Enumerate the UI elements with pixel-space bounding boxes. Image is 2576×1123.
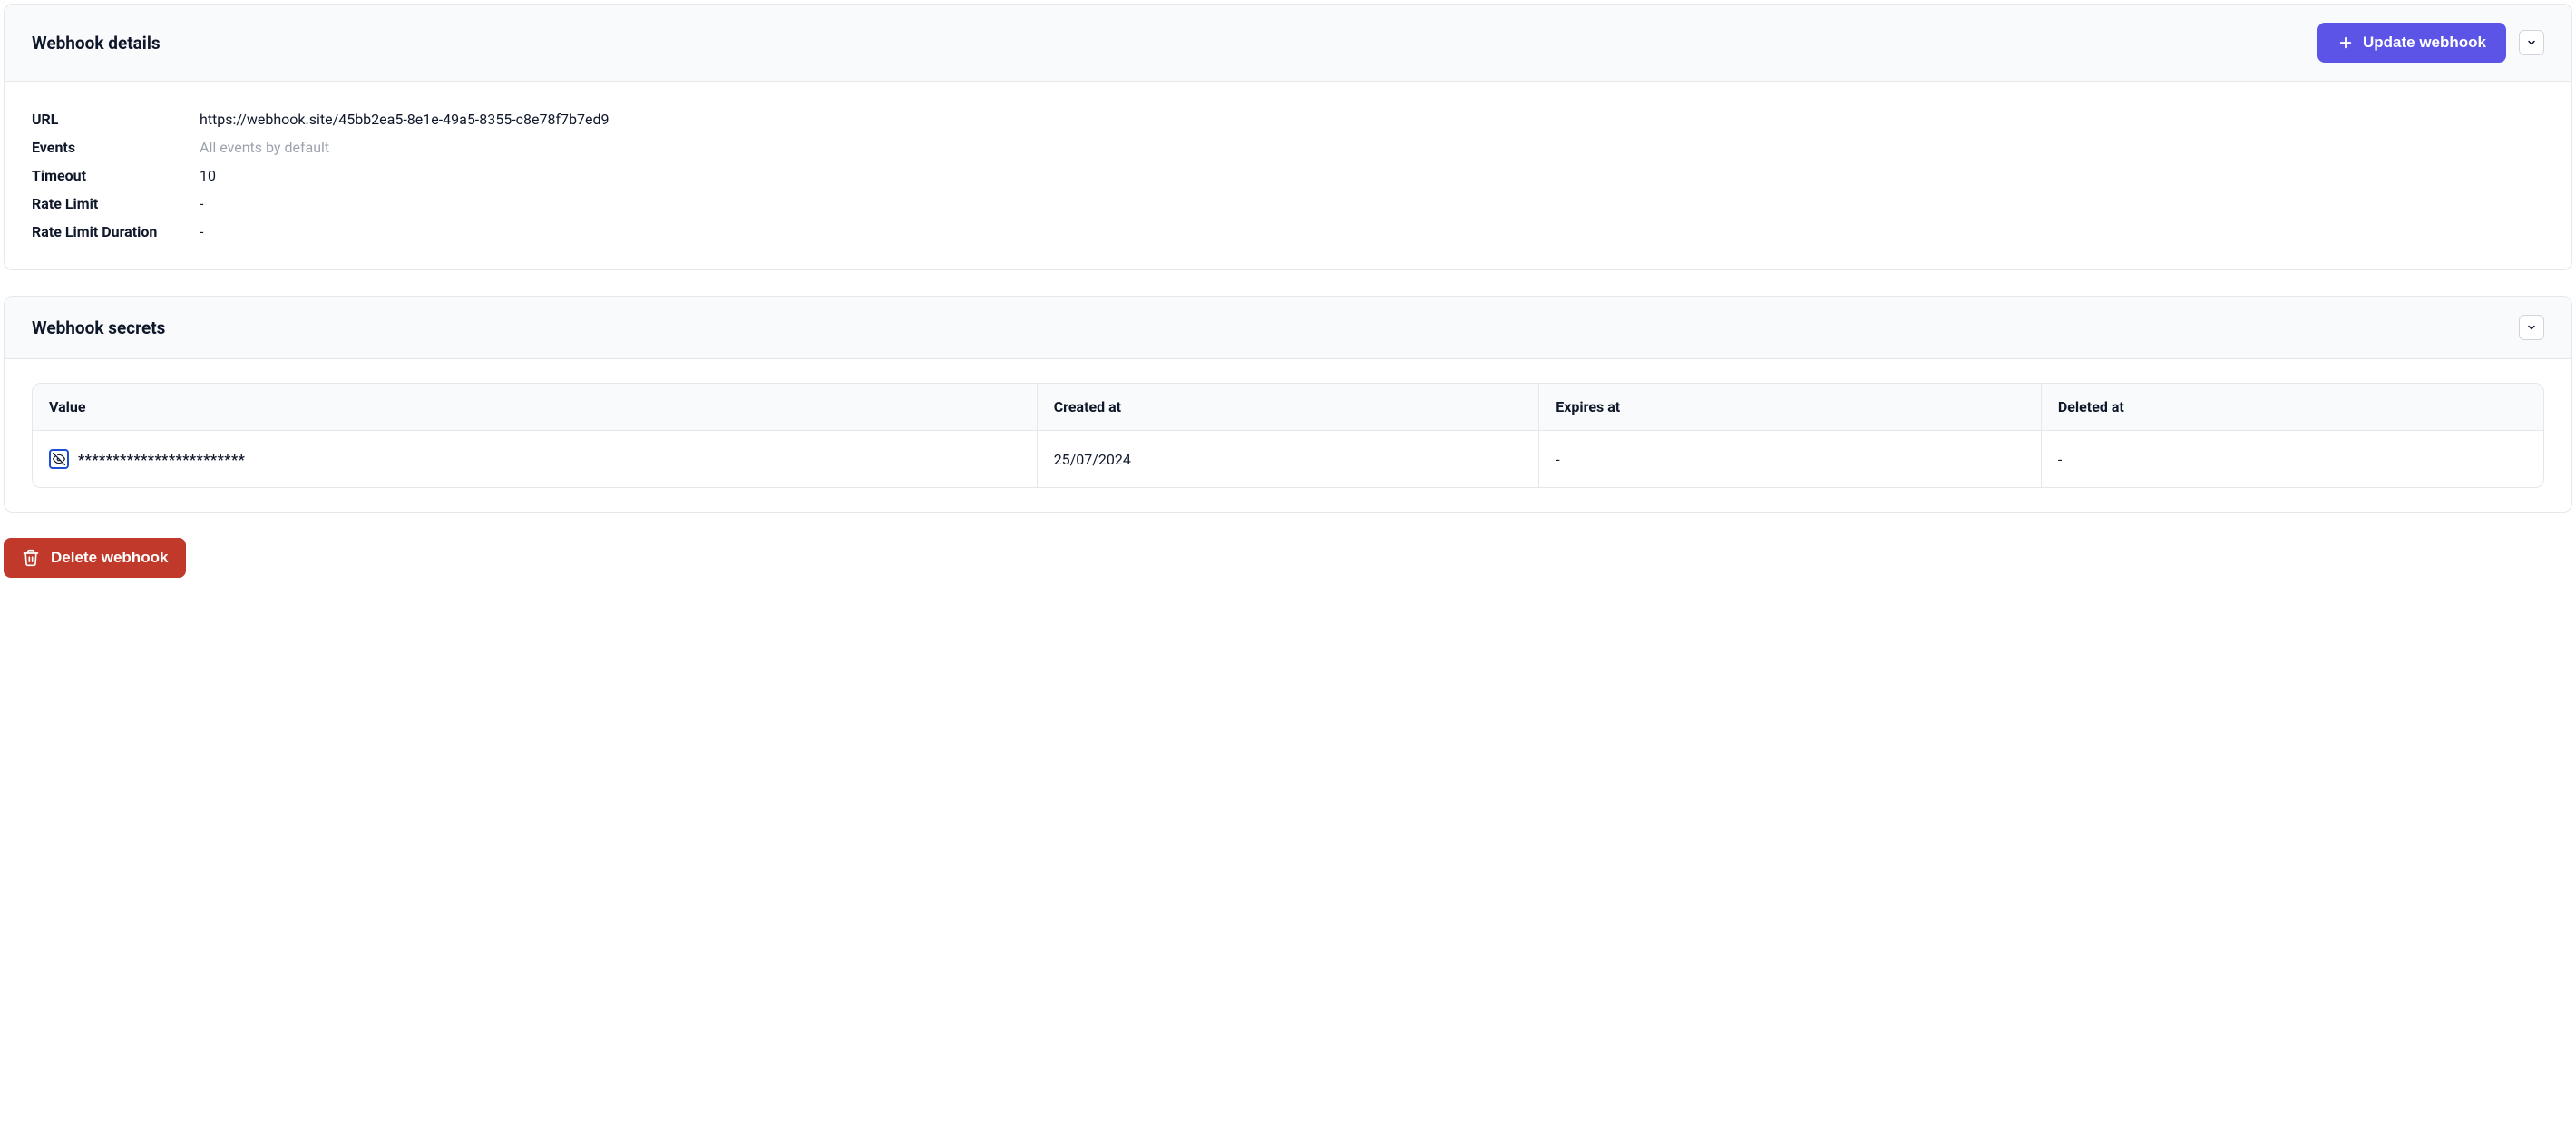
delete-webhook-button[interactable]: Delete webhook: [4, 538, 186, 578]
update-webhook-button[interactable]: Update webhook: [2317, 23, 2506, 63]
webhook-secrets-card: Webhook secrets Value Created at Expires…: [4, 296, 2572, 513]
detail-label: Rate Limit Duration: [32, 223, 200, 240]
chevron-down-icon: [2526, 37, 2537, 48]
webhook-details-body: URL https://webhook.site/45bb2ea5-8e1e-4…: [5, 82, 2571, 269]
webhook-details-actions: Update webhook: [2317, 23, 2544, 63]
secrets-expand-toggle[interactable]: [2519, 315, 2544, 340]
secret-masked-value: ************************: [78, 451, 245, 468]
update-webhook-label: Update webhook: [2363, 34, 2486, 52]
col-header-value: Value: [33, 384, 1037, 431]
detail-value-url: https://webhook.site/45bb2ea5-8e1e-49a5-…: [200, 111, 609, 128]
secrets-table-wrap: Value Created at Expires at Deleted at: [32, 383, 2544, 488]
webhook-secrets-header: Webhook secrets: [5, 297, 2571, 359]
col-header-deleted-at: Deleted at: [2041, 384, 2543, 431]
detail-row-timeout: Timeout 10: [32, 161, 2544, 190]
detail-row-rate-limit: Rate Limit -: [32, 190, 2544, 218]
webhook-secrets-title: Webhook secrets: [32, 317, 165, 338]
cell-created-at: 25/07/2024: [1037, 431, 1539, 488]
webhook-details-card: Webhook details Update webhook URL https…: [4, 4, 2572, 270]
secrets-table: Value Created at Expires at Deleted at: [33, 384, 2543, 487]
col-header-created-at: Created at: [1037, 384, 1539, 431]
detail-value-events: All events by default: [200, 139, 329, 156]
col-header-expires-at: Expires at: [1539, 384, 2042, 431]
cell-value: ************************: [33, 431, 1037, 488]
detail-label: Events: [32, 139, 200, 156]
trash-icon: [22, 549, 40, 567]
reveal-secret-button[interactable]: [49, 449, 69, 469]
detail-label: Timeout: [32, 167, 200, 184]
table-row: ************************ 25/07/2024 - -: [33, 431, 2543, 488]
chevron-down-icon: [2526, 322, 2537, 333]
detail-row-url: URL https://webhook.site/45bb2ea5-8e1e-4…: [32, 105, 2544, 133]
plus-icon: [2337, 34, 2354, 51]
webhook-secrets-body: Value Created at Expires at Deleted at: [5, 359, 2571, 512]
cell-expires-at: -: [1539, 431, 2042, 488]
webhook-details-header: Webhook details Update webhook: [5, 5, 2571, 82]
detail-value-rate-limit: -: [200, 195, 203, 212]
webhook-details-title: Webhook details: [32, 33, 161, 54]
webhook-secrets-actions: [2519, 315, 2544, 340]
delete-webhook-label: Delete webhook: [51, 549, 168, 567]
detail-row-rate-limit-duration: Rate Limit Duration -: [32, 218, 2544, 246]
cell-deleted-at: -: [2041, 431, 2543, 488]
detail-label: URL: [32, 111, 200, 128]
detail-row-events: Events All events by default: [32, 133, 2544, 161]
detail-value-rate-limit-duration: -: [200, 223, 203, 240]
eye-off-icon: [53, 453, 65, 465]
details-expand-toggle[interactable]: [2519, 30, 2544, 55]
detail-value-timeout: 10: [200, 167, 216, 184]
detail-label: Rate Limit: [32, 195, 200, 212]
